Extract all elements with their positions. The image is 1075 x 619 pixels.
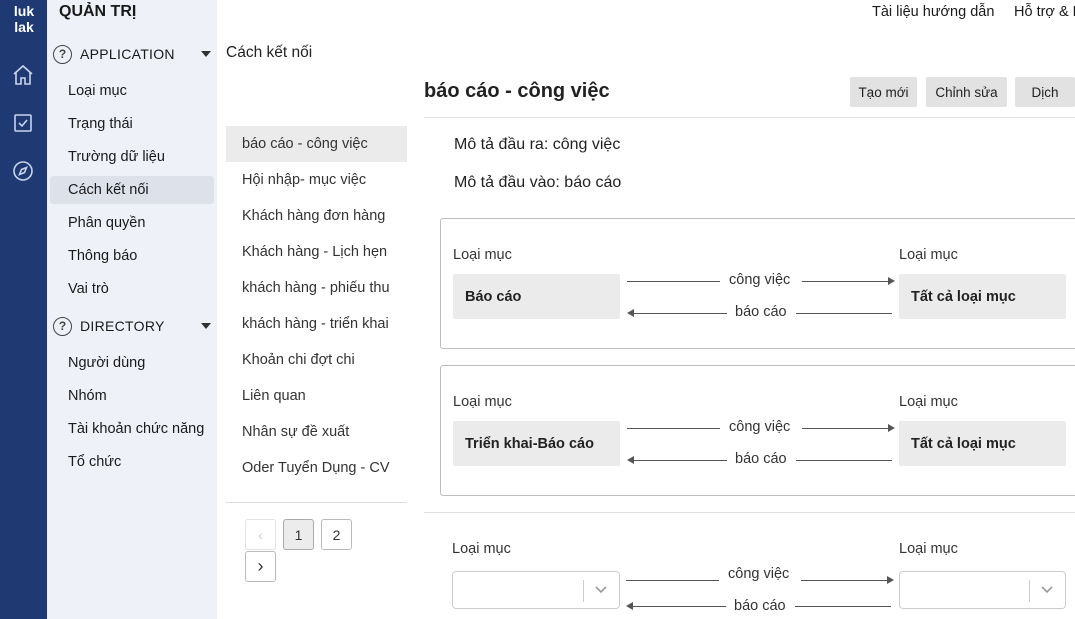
checkbox-icon[interactable] <box>11 111 35 135</box>
left-type-label: Loại mục <box>453 247 512 263</box>
sidebar-item-phan-quyen[interactable]: Phân quyền <box>50 209 214 237</box>
right-type-label: Loại mục <box>899 394 958 410</box>
connection-card: Loại mục Triển khai-Báo cáo Loại mục Tất… <box>440 365 1075 496</box>
backward-arrow-line <box>796 313 892 314</box>
group-directory-header[interactable]: ? DIRECTORY <box>53 314 213 338</box>
group-application-header[interactable]: ? APPLICATION <box>53 42 213 66</box>
help-icon: ? <box>53 316 72 336</box>
list-item[interactable]: khách hàng - phiếu thu <box>226 270 407 306</box>
sidebar-title: QUẢN TRỊ <box>59 3 137 20</box>
output-value: công việc <box>552 136 621 153</box>
forward-arrow-line <box>627 428 720 429</box>
lukLak-logo[interactable]: luk lak <box>6 4 42 36</box>
right-type-select[interactable] <box>899 571 1066 609</box>
output-label: Mô tả đầu ra: <box>454 136 549 153</box>
right-type-label: Loại mục <box>899 247 958 263</box>
list-item[interactable]: khách hàng - triển khai <box>226 306 407 342</box>
help-icon: ? <box>53 44 72 64</box>
list-item[interactable]: Khách hàng đơn hàng <box>226 198 407 234</box>
arrow-right-icon <box>887 576 894 584</box>
forward-label: công việc <box>729 272 791 288</box>
sidebar-item-to-chuc[interactable]: Tổ chức <box>50 448 214 476</box>
arrow-right-icon <box>888 277 895 285</box>
backward-label: báo cáo <box>735 451 787 467</box>
list-item[interactable]: Nhân sự đề xuất <box>226 414 407 450</box>
sidebar-item-cach-ket-noi[interactable]: Cách kết nối <box>50 176 214 204</box>
backward-arrow-line <box>633 313 727 314</box>
logo-line-2: lak <box>14 19 34 35</box>
chevron-down-icon <box>595 586 607 594</box>
create-button[interactable]: Tạo mới <box>850 77 917 107</box>
select-separator <box>1029 580 1030 602</box>
input-description: Mô tả đầu vào: báo cáo <box>454 174 621 192</box>
app-rail: luk lak <box>0 0 47 619</box>
input-label: Mô tả đầu vào: <box>454 174 560 191</box>
pagination-page-2[interactable]: 2 <box>321 519 352 550</box>
sidebar-item-thong-bao[interactable]: Thông báo <box>50 242 214 270</box>
page-title: Cách kết nối <box>226 44 313 61</box>
backward-arrow-line <box>796 460 892 461</box>
select-separator <box>583 580 584 602</box>
sidebar-item-nguoi-dung[interactable]: Người dùng <box>50 349 214 377</box>
left-type-value: Báo cáo <box>453 274 620 319</box>
group-label: APPLICATION <box>80 46 175 62</box>
compass-icon[interactable] <box>11 159 35 183</box>
sidebar-item-nhom[interactable]: Nhóm <box>50 382 214 410</box>
group-label: DIRECTORY <box>80 318 165 334</box>
sidebar-item-loai-muc[interactable]: Loại mục <box>50 77 214 105</box>
arrow-right-icon <box>888 424 895 432</box>
backward-arrow-line <box>632 606 726 607</box>
header-divider <box>424 117 1075 118</box>
list-item[interactable]: Hội nhập- mục việc <box>226 162 407 198</box>
forward-arrow-line <box>801 580 889 581</box>
section-divider <box>424 512 1075 513</box>
support-link[interactable]: Hỗ trợ & P <box>1014 4 1075 20</box>
list-divider <box>226 502 407 503</box>
logo-line-1: luk <box>13 3 35 19</box>
input-value: báo cáo <box>564 174 622 191</box>
sidebar-item-trang-thai[interactable]: Trạng thái <box>50 110 214 138</box>
home-icon[interactable] <box>11 63 35 87</box>
left-type-select[interactable] <box>452 571 620 609</box>
new-forward-label: công việc <box>728 566 790 582</box>
new-backward-label: báo cáo <box>734 598 786 614</box>
list-item[interactable]: Khoản chi đợt chi <box>226 342 407 378</box>
sidebar-item-vai-tro[interactable]: Vai trò <box>50 275 214 303</box>
docs-link[interactable]: Tài liệu hướng dẫn <box>872 4 994 20</box>
output-description: Mô tả đầu ra: công việc <box>454 136 620 154</box>
backward-arrow-line <box>633 460 727 461</box>
caret-down-icon <box>201 51 211 57</box>
new-right-type-label: Loại mục <box>899 541 958 557</box>
detail-title: báo cáo - công việc <box>424 80 610 102</box>
right-type-value: Tất cả loại mục <box>899 421 1066 466</box>
caret-down-icon <box>201 323 211 329</box>
left-type-value: Triển khai-Báo cáo <box>453 421 620 466</box>
forward-arrow-line <box>627 281 720 282</box>
list-item[interactable]: Liên quan <box>226 378 407 414</box>
connection-card: Loại mục Báo cáo Loại mục Tất cả loại mụ… <box>440 218 1075 349</box>
list-item[interactable]: báo cáo - công việc <box>226 126 407 162</box>
admin-sidebar: QUẢN TRỊ ? APPLICATION Loại mục Trạng th… <box>47 0 217 619</box>
new-left-type-label: Loại mục <box>452 541 511 557</box>
forward-arrow-line <box>802 281 890 282</box>
left-type-label: Loại mục <box>453 394 512 410</box>
chevron-down-icon <box>1041 586 1053 594</box>
forward-arrow-line <box>626 580 719 581</box>
forward-arrow-line <box>802 428 890 429</box>
right-type-value: Tất cả loại mục <box>899 274 1066 319</box>
list-item[interactable]: Khách hàng - Lịch hẹn <box>226 234 407 270</box>
backward-arrow-line <box>795 606 891 607</box>
pagination-page-1[interactable]: 1 <box>283 519 314 550</box>
connection-list: báo cáo - công việc Hội nhập- mục việc K… <box>226 126 407 486</box>
sidebar-item-truong-du-lieu[interactable]: Trường dữ liệu <box>50 143 214 171</box>
pagination-prev-button[interactable]: ‹ <box>245 519 276 550</box>
forward-label: công việc <box>729 419 791 435</box>
backward-label: báo cáo <box>735 304 787 320</box>
translate-button[interactable]: Dịch <box>1015 77 1075 107</box>
sidebar-item-tai-khoan-chuc-nang[interactable]: Tài khoản chức năng <box>50 415 214 443</box>
edit-button[interactable]: Chỉnh sửa <box>926 77 1007 107</box>
pagination-next-button[interactable]: › <box>245 551 276 582</box>
list-item[interactable]: Oder Tuyển Dụng - CV <box>226 450 407 486</box>
